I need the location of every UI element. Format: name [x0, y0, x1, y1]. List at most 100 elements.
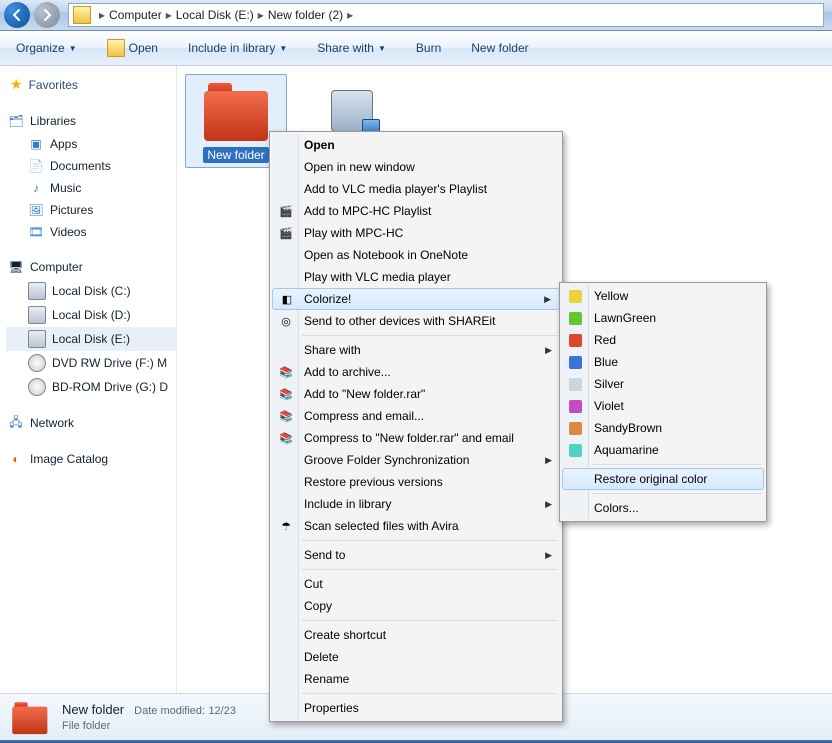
menu-item-label: Add to MPC-HC Playlist — [304, 204, 431, 218]
library-videos[interactable]: 🎞Videos — [6, 221, 176, 243]
nav-back-button[interactable] — [4, 2, 30, 28]
menu-item-label: Add to archive... — [304, 365, 391, 379]
menu-item-label: Delete — [304, 650, 339, 664]
color-swatch-icon — [569, 290, 582, 303]
color-label: Aquamarine — [594, 443, 659, 457]
open-button[interactable]: Open — [99, 35, 166, 61]
drive-icon — [28, 282, 46, 300]
submenu-arrow-icon: ▶ — [545, 499, 552, 510]
drive-label: Local Disk (C:) — [52, 284, 131, 298]
crumb-computer[interactable]: Computer — [107, 8, 164, 22]
color-swatch-icon — [569, 444, 582, 457]
menu-item[interactable]: Properties — [272, 697, 560, 719]
address-bar[interactable]: ▸ Computer ▸ Local Disk (E:) ▸ New folde… — [68, 3, 824, 27]
drive-icon — [28, 330, 46, 348]
menu-item[interactable]: 📚Compress to "New folder.rar" and email — [272, 427, 560, 449]
menu-item[interactable]: 🎬Add to MPC-HC Playlist — [272, 200, 560, 222]
submenu-arrow-icon: ▶ — [544, 294, 551, 305]
burn-button[interactable]: Burn — [408, 37, 449, 59]
rar-icon: 📚 — [278, 430, 294, 446]
menu-item[interactable]: 🎬 Play with MPC-HC — [272, 222, 560, 244]
menu-item[interactable]: Delete — [272, 646, 560, 668]
organize-button[interactable]: Organize▼ — [8, 37, 85, 59]
details-name: New folder — [62, 702, 124, 717]
menu-item[interactable]: ◎Send to other devices with SHAREit — [272, 310, 560, 332]
image-catalog[interactable]: ◐ Image Catalog — [6, 447, 176, 471]
red-folder-icon — [200, 79, 272, 143]
menu-item-label: Groove Folder Synchronization — [304, 453, 469, 467]
menu-item[interactable]: Send to▶ — [272, 544, 560, 566]
color-option[interactable]: Violet — [562, 395, 764, 417]
color-option[interactable]: Aquamarine — [562, 439, 764, 461]
menu-item[interactable]: Groove Folder Synchronization▶ — [272, 449, 560, 471]
share-with-button[interactable]: Share with▼ — [309, 37, 394, 59]
mpc-icon: 🎬 — [278, 225, 294, 241]
context-menu: OpenOpen in new windowAdd to VLC media p… — [269, 131, 563, 722]
folder-open-icon — [107, 39, 125, 57]
menu-item[interactable]: Open — [272, 134, 560, 156]
menu-item-label: Play with VLC media player — [304, 270, 451, 284]
menu-item[interactable]: Share with▶ — [272, 339, 560, 361]
drive-label: DVD RW Drive (F:) M — [52, 356, 167, 370]
menu-item[interactable]: Open in new window — [272, 156, 560, 178]
item-label: New folder — [203, 147, 268, 163]
drive-item[interactable]: Local Disk (C:) — [6, 279, 176, 303]
library-apps[interactable]: ▣Apps — [6, 133, 176, 155]
menu-item[interactable]: Restore previous versions — [272, 471, 560, 493]
computer-header[interactable]: 🖥 Computer — [6, 255, 176, 279]
network-header[interactable]: 🖧 Network — [6, 411, 176, 435]
menu-item[interactable]: Add to VLC media player's Playlist — [272, 178, 560, 200]
menu-item[interactable]: Cut — [272, 573, 560, 595]
libraries-header[interactable]: 🗂 Libraries — [6, 109, 176, 133]
color-option[interactable]: LawnGreen — [562, 307, 764, 329]
menu-item[interactable]: Open as Notebook in OneNote — [272, 244, 560, 266]
menu-item[interactable]: ☂Scan selected files with Avira — [272, 515, 560, 537]
color-label: Blue — [594, 355, 618, 369]
menu-separator — [302, 620, 558, 621]
menu-item[interactable]: 📚 Add to archive... — [272, 361, 560, 383]
drive-label: BD-ROM Drive (G:) D — [52, 380, 168, 394]
more-colors[interactable]: Colors... — [562, 497, 764, 519]
rar-icon: 📚 — [278, 408, 294, 424]
color-option[interactable]: Red — [562, 329, 764, 351]
drive-item[interactable]: BD-ROM Drive (G:) D — [6, 375, 176, 399]
breadcrumb[interactable]: ▸ Computer ▸ Local Disk (E:) ▸ New folde… — [97, 8, 355, 22]
crumb-drive[interactable]: Local Disk (E:) — [174, 8, 256, 22]
folder-icon — [73, 6, 91, 24]
menu-item[interactable]: 📚Add to "New folder.rar" — [272, 383, 560, 405]
drive-icon — [28, 306, 46, 324]
menu-item[interactable]: Rename — [272, 668, 560, 690]
menu-item[interactable]: Copy — [272, 595, 560, 617]
toolbar: Organize▼ Open Include in library▼ Share… — [0, 31, 832, 66]
menu-item-label: Play with MPC-HC — [304, 226, 403, 240]
menu-item[interactable]: Play with VLC media player — [272, 266, 560, 288]
details-type: File folder — [62, 719, 236, 734]
new-folder-button[interactable]: New folder — [463, 37, 536, 59]
include-library-button[interactable]: Include in library▼ — [180, 37, 295, 59]
color-label: Yellow — [594, 289, 628, 303]
crumb-folder[interactable]: New folder (2) — [266, 8, 345, 22]
details-date-label: Date modified: — [134, 705, 205, 717]
color-option[interactable]: SandyBrown — [562, 417, 764, 439]
menu-item[interactable]: 📚Compress and email... — [272, 405, 560, 427]
library-documents[interactable]: 📄Documents — [6, 155, 176, 177]
rar-icon: 📚 — [278, 364, 294, 380]
menu-item[interactable]: Include in library▶ — [272, 493, 560, 515]
color-option[interactable]: Blue — [562, 351, 764, 373]
menu-item-label: Colorize! — [304, 292, 351, 306]
restore-original-color[interactable]: Restore original color — [562, 468, 764, 490]
menu-item-label: Send to — [304, 548, 345, 562]
folder-view[interactable]: New folder OpenOpen in new windowAdd to … — [177, 66, 832, 696]
color-option[interactable]: Yellow — [562, 285, 764, 307]
drive-label: Local Disk (D:) — [52, 308, 131, 322]
menu-item[interactable]: Create shortcut — [272, 624, 560, 646]
library-music[interactable]: ♪Music — [6, 177, 176, 199]
color-option[interactable]: Silver — [562, 373, 764, 395]
menu-item[interactable]: ◧Colorize!▶ — [272, 288, 560, 310]
drive-item[interactable]: DVD RW Drive (F:) M — [6, 351, 176, 375]
drive-item[interactable]: Local Disk (D:) — [6, 303, 176, 327]
drive-item[interactable]: Local Disk (E:) — [6, 327, 176, 351]
favorites-header[interactable]: ★ Favorites — [6, 72, 176, 97]
library-pictures[interactable]: 🖼Pictures — [6, 199, 176, 221]
nav-forward-button[interactable] — [34, 2, 60, 28]
